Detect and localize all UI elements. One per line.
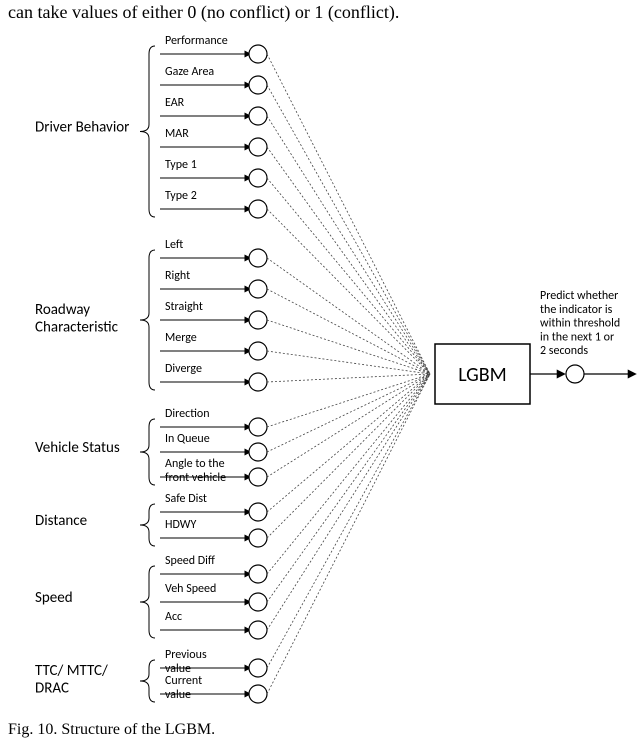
connection-line (267, 374, 430, 602)
svg-text:Currentvalue: Currentvalue (165, 674, 202, 702)
svg-text:Type 2: Type 2 (165, 189, 197, 203)
svg-text:HDWY: HDWY (165, 518, 196, 532)
input-node (249, 621, 267, 639)
input-node (249, 249, 267, 267)
svg-text:Acc: Acc (165, 610, 182, 624)
diagram-container: Performance Gaze Area EAR MAR Type 1 Type 2 Dr… (0, 24, 640, 719)
connection-line (267, 320, 430, 374)
svg-text:In Queue: In Queue (165, 432, 210, 446)
group-brace (140, 419, 155, 485)
figure-caption: Fig. 10. Structure of the LGBM. (8, 721, 215, 739)
input-node (249, 138, 267, 156)
connection-line (267, 147, 430, 374)
svg-text:Speed: Speed (35, 589, 73, 607)
input-node (249, 107, 267, 125)
svg-text:EAR: EAR (165, 96, 185, 110)
svg-text:Previousvalue: Previousvalue (165, 648, 207, 676)
group-brace (140, 46, 155, 217)
output-description: Predict whetherthe indicator iswithin th… (540, 289, 620, 358)
input-node (249, 342, 267, 360)
svg-text:Right: Right (165, 269, 190, 283)
input-node (249, 529, 267, 547)
svg-text:Speed Diff: Speed Diff (165, 554, 215, 568)
svg-text:Veh Speed: Veh Speed (165, 582, 216, 596)
group-brace (140, 504, 155, 546)
input-node (249, 45, 267, 63)
group-brace (140, 566, 155, 638)
input-node (249, 659, 267, 677)
connection-line (267, 258, 430, 374)
svg-text:Direction: Direction (165, 407, 210, 421)
input-node (249, 169, 267, 187)
connection-line (267, 178, 430, 374)
input-node (249, 685, 267, 703)
input-node (249, 468, 267, 486)
connection-line (267, 209, 430, 374)
connection-line (267, 374, 430, 668)
connection-line (267, 374, 430, 630)
input-node (249, 565, 267, 583)
input-node (249, 418, 267, 436)
svg-text:Vehicle Status: Vehicle Status (35, 439, 120, 457)
connection-line (267, 289, 430, 374)
svg-text:Distance: Distance (35, 512, 87, 530)
svg-text:Performance: Performance (165, 34, 228, 48)
svg-text:Angle to thefront vehicle: Angle to thefront vehicle (165, 457, 226, 485)
svg-text:Straight: Straight (165, 300, 203, 314)
output-node (566, 365, 584, 383)
svg-text:Merge: Merge (165, 331, 197, 345)
svg-text:Safe Dist: Safe Dist (165, 492, 207, 506)
svg-text:Gaze Area: Gaze Area (165, 65, 214, 79)
svg-text:RoadwayCharacteristic: RoadwayCharacteristic (35, 301, 119, 336)
svg-text:Left: Left (165, 238, 184, 252)
input-node (249, 76, 267, 94)
connection-line (267, 374, 430, 382)
input-node (249, 200, 267, 218)
lgbm-structure-diagram: Performance Gaze Area EAR MAR Type 1 Type 2 Dr… (0, 24, 640, 719)
group-brace (140, 250, 155, 390)
svg-text:Type 1: Type 1 (165, 158, 197, 172)
connection-line (267, 374, 430, 427)
connection-line (267, 85, 430, 374)
model-label: LGBM (458, 363, 507, 387)
connection-line (267, 374, 430, 512)
connection-line (267, 374, 430, 477)
svg-text:MAR: MAR (165, 127, 189, 141)
svg-text:Diverge: Diverge (165, 362, 202, 376)
input-node (249, 503, 267, 521)
input-node (249, 280, 267, 298)
svg-text:TTC/ MTTC/DRAC: TTC/ MTTC/DRAC (35, 662, 108, 697)
input-node (249, 593, 267, 611)
connection-line (267, 54, 430, 374)
connection-line (267, 374, 430, 694)
input-node (249, 373, 267, 391)
connection-line (267, 374, 430, 574)
svg-text:Driver Behavior: Driver Behavior (35, 119, 129, 137)
connection-line (267, 116, 430, 374)
connection-line (267, 351, 430, 374)
group-brace (140, 660, 155, 702)
input-node (249, 311, 267, 329)
input-node (249, 443, 267, 461)
context-text: can take values of either 0 (no conflict… (8, 2, 399, 23)
connection-line (267, 374, 430, 538)
